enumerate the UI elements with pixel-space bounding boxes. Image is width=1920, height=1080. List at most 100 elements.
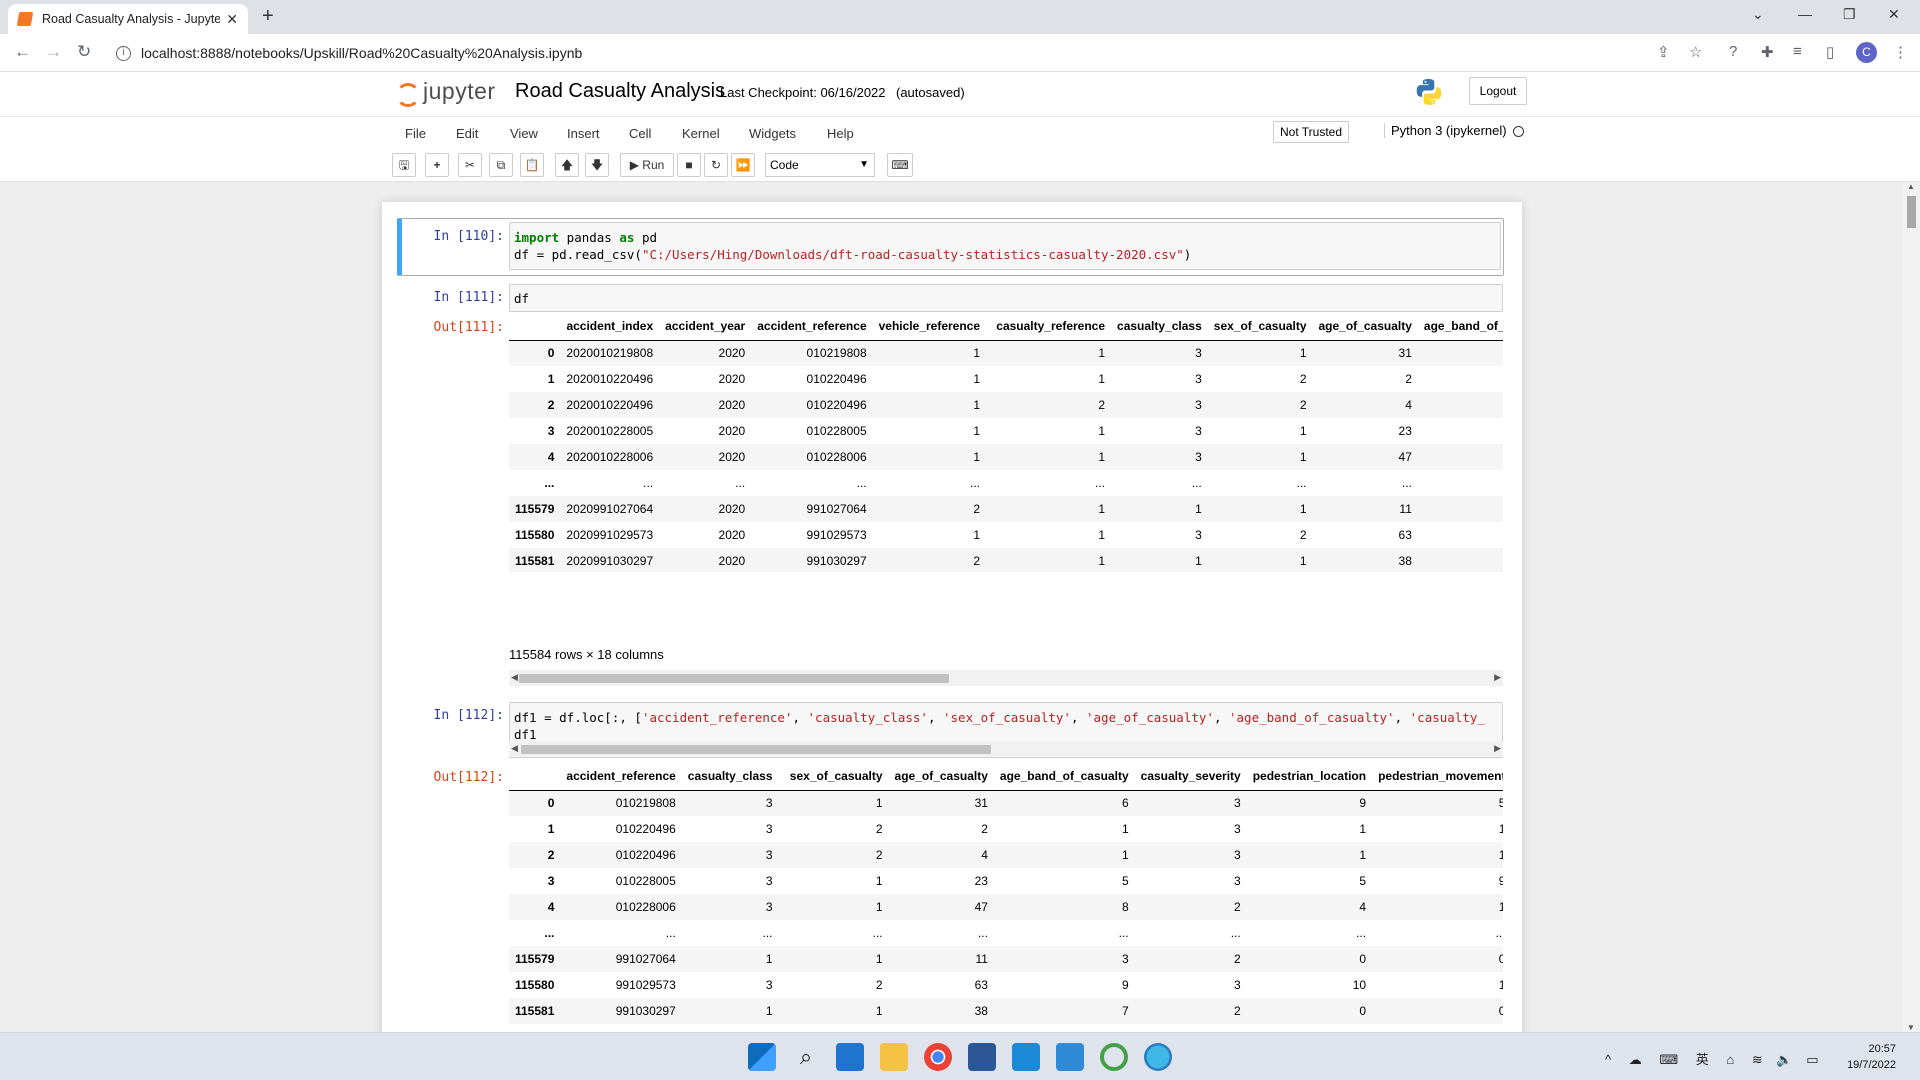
extension-help-icon[interactable]: ? [1729, 43, 1737, 60]
menu-edit[interactable]: Edit [456, 126, 478, 141]
save-icon[interactable]: 🖫 [392, 153, 416, 177]
browser-tab[interactable]: Road Casualty Analysis - Jupyter ✕ [8, 4, 248, 34]
table-row: 1 2020010220496 2020 010220496 1 1 3 2 2 [509, 366, 1503, 392]
search-icon[interactable]: ⌕ [792, 1043, 820, 1071]
interrupt-icon[interactable]: ■ [677, 153, 701, 177]
scroll-left-icon[interactable]: ◀ [511, 743, 518, 754]
table-cell: 1 [875, 1004, 883, 1018]
mail-icon[interactable] [836, 1043, 864, 1071]
table-cell: 2020991027064 [566, 502, 654, 516]
menu-kernel[interactable]: Kernel [682, 126, 720, 141]
scroll-up-icon[interactable]: ▲ [1907, 182, 1915, 191]
table-cell [1418, 548, 1503, 572]
volume-icon[interactable]: 🔈 [1776, 1052, 1792, 1067]
extensions-puzzle-icon[interactable]: ✚ [1761, 43, 1774, 61]
scrollbar-thumb[interactable] [1907, 196, 1916, 228]
wifi-icon[interactable]: ≋ [1752, 1052, 1763, 1067]
reading-list-icon[interactable]: ≡ [1793, 43, 1802, 60]
scroll-down-icon[interactable]: ▼ [1907, 1023, 1915, 1032]
menu-view[interactable]: View [510, 126, 538, 141]
menu-widgets[interactable]: Widgets [749, 126, 796, 141]
run-button[interactable]: ▶ Run [620, 153, 674, 177]
ime-icon[interactable]: ⌂ [1726, 1052, 1734, 1067]
code-input[interactable]: import pandas as pd df = pd.read_csv("C:… [509, 222, 1501, 270]
table-cell: 2 [875, 848, 883, 862]
file-explorer-icon[interactable] [880, 1043, 908, 1071]
copy-icon[interactable]: ⧉ [489, 153, 513, 177]
notepad-icon[interactable] [1056, 1043, 1084, 1071]
close-window-icon[interactable]: ✕ [1888, 6, 1900, 23]
code-string: 'accident_reference' [641, 710, 793, 725]
menu-cell[interactable]: Cell [629, 126, 651, 141]
trust-button[interactable]: Not Trusted [1273, 121, 1350, 143]
restart-run-all-icon[interactable]: ⏩ [731, 153, 755, 177]
column-header: casualty_reference [986, 312, 1112, 341]
word-icon[interactable] [968, 1043, 996, 1071]
minimize-icon[interactable]: — [1798, 6, 1812, 22]
vscode-icon[interactable] [1012, 1043, 1040, 1071]
table-cell: 4 [981, 848, 988, 862]
cell-type-select[interactable]: Code ▼ [765, 153, 875, 177]
code-cell-112[interactable]: In [112]: df1 = df.loc[:, ['accident_ref… [397, 700, 1504, 762]
code-horizontal-scrollbar[interactable]: ◀ ▶ [509, 742, 1503, 756]
menu-insert[interactable]: Insert [567, 126, 600, 141]
logout-button[interactable]: Logout [1469, 77, 1527, 105]
menu-file[interactable]: File [405, 126, 426, 141]
code-cell-111[interactable]: In [111]: df [397, 282, 1504, 312]
code-cell-110[interactable]: In [110]: import pandas as pd df = pd.re… [397, 218, 1504, 276]
restore-icon[interactable]: ❐ [1843, 6, 1856, 23]
column-header: sex_of_casualty [1207, 312, 1313, 341]
close-tab-icon[interactable]: ✕ [226, 11, 238, 28]
forward-icon[interactable]: → [45, 42, 62, 62]
share-icon[interactable]: ⇪ [1657, 43, 1670, 61]
clock[interactable]: 20:57 19/7/2022 [1847, 1041, 1896, 1073]
browser-menu-icon[interactable]: ⋮ [1893, 43, 1908, 61]
scrollbar-thumb[interactable] [519, 674, 949, 683]
restart-icon[interactable]: ↻ [704, 153, 728, 177]
bookmark-star-icon[interactable]: ☆ [1689, 43, 1702, 61]
code-input[interactable]: df [509, 284, 1503, 312]
notebook-name[interactable]: Road Casualty Analysis [515, 80, 725, 103]
keyboard-icon[interactable]: ⌨ [1659, 1052, 1678, 1067]
back-icon[interactable]: ← [14, 42, 31, 62]
insert-cell-icon[interactable]: + [425, 153, 449, 177]
url-field[interactable]: i localhost:8888/notebooks/Upskill/Road%… [108, 39, 1698, 67]
table-cell: 3 [1234, 978, 1241, 992]
jupyter-logo[interactable]: jupyter [395, 78, 496, 107]
move-down-icon[interactable]: 🡇 [585, 153, 609, 177]
show-hidden-icons-icon[interactable]: ^ [1605, 1052, 1611, 1067]
anaconda-icon[interactable] [1100, 1043, 1128, 1071]
move-up-icon[interactable]: 🡅 [555, 153, 579, 177]
row-index: 1 [547, 822, 555, 836]
menu-help[interactable]: Help [827, 126, 854, 141]
table-cell: 1 [875, 796, 883, 811]
table-cell: 010228005 [615, 874, 676, 888]
keyboard-shortcuts-icon[interactable]: ⌨ [887, 153, 913, 177]
onedrive-icon[interactable]: ☁ [1629, 1052, 1642, 1067]
network-globe-icon[interactable] [1144, 1043, 1172, 1071]
reload-icon[interactable]: ↻ [77, 42, 91, 62]
cut-icon[interactable]: ✂ [458, 153, 482, 177]
scroll-left-icon[interactable]: ◀ [511, 672, 518, 683]
column-header: casualty_class [1111, 312, 1208, 341]
profile-avatar[interactable]: C [1856, 42, 1877, 63]
scrollbar-thumb[interactable] [521, 745, 991, 754]
table-row: 115580 2020991029573 2020 991029573 1 1 3 2 63 [509, 522, 1503, 548]
page-vertical-scrollbar[interactable]: ▲ ▼ [1903, 182, 1920, 1032]
chrome-icon[interactable] [924, 1043, 952, 1071]
site-info-icon[interactable]: i [116, 45, 131, 61]
paste-icon[interactable]: 📋 [520, 153, 544, 177]
new-tab-icon[interactable]: + [262, 5, 274, 28]
input-language[interactable]: 英 [1696, 1052, 1709, 1067]
side-panel-icon[interactable]: ▯ [1826, 43, 1834, 61]
start-icon[interactable] [748, 1043, 776, 1071]
scroll-right-icon[interactable]: ▶ [1494, 672, 1501, 683]
row-index: 115581 [515, 1004, 555, 1018]
column-header: age_of_casualty [1312, 312, 1418, 341]
horizontal-scrollbar[interactable]: ◀ ▶ [509, 670, 1503, 686]
table-row: ........................... [509, 470, 1503, 496]
scroll-right-icon[interactable]: ▶ [1494, 743, 1501, 754]
table-cell: 3 [1234, 848, 1241, 862]
battery-icon[interactable]: ▭ [1806, 1052, 1818, 1067]
tab-search-chevron-icon[interactable]: ⌄ [1752, 6, 1764, 23]
